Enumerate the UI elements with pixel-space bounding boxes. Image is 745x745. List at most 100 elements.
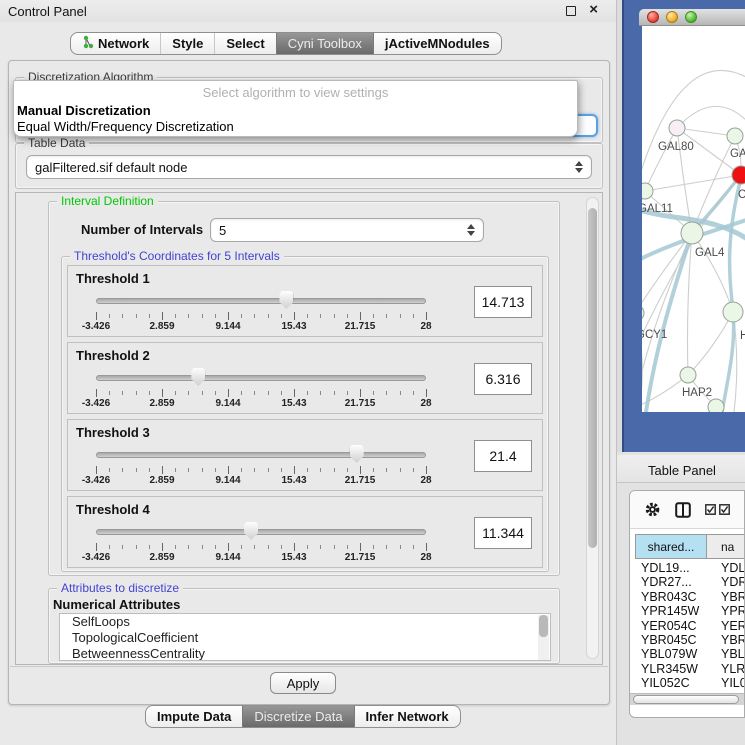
tab-network[interactable]: Network xyxy=(71,33,160,54)
threshold-4-slider[interactable]: -3.4262.8599.14415.4321.71528 xyxy=(96,521,426,565)
table-row[interactable]: YDL19...YDL1 xyxy=(635,561,745,575)
table-row[interactable]: YBL079WYBL0 xyxy=(635,647,745,661)
cell-name[interactable]: YLR3 xyxy=(707,662,745,676)
gear-icon[interactable] xyxy=(644,501,661,518)
network-edge[interactable] xyxy=(642,191,645,256)
slider-tick xyxy=(294,543,295,551)
number-of-intervals-combobox[interactable]: 5 xyxy=(210,218,484,242)
threshold-2-slider[interactable]: -3.4262.8599.14415.4321.71528 xyxy=(96,367,426,411)
network-window-titlebar[interactable] xyxy=(639,9,745,26)
slider-thumb[interactable] xyxy=(279,291,293,309)
tab-impute-data[interactable]: Impute Data xyxy=(146,706,242,727)
cell-name[interactable]: YIL0 xyxy=(707,676,745,690)
threshold-3-slider[interactable]: -3.4262.8599.14415.4321.71528 xyxy=(96,444,426,488)
close-traffic-light[interactable] xyxy=(647,11,659,23)
network-node-hap2[interactable] xyxy=(680,367,696,383)
network-edge[interactable] xyxy=(642,233,692,313)
numerical-attributes-list[interactable]: SelfLoopsTopologicalCoefficientBetweenne… xyxy=(59,613,551,661)
network-node-gal80[interactable] xyxy=(669,120,685,136)
threshold-4-value-field[interactable]: 11.344 xyxy=(474,517,532,549)
apply-button[interactable]: Apply xyxy=(270,672,336,694)
network-node-c[interactable] xyxy=(732,166,745,184)
table-row[interactable]: YER054CYER0 xyxy=(635,619,745,633)
network-edge-highlighted[interactable] xyxy=(722,312,734,412)
tab-cyni-toolbox[interactable]: Cyni Toolbox xyxy=(276,33,373,54)
threshold-1-value-field[interactable]: 14.713 xyxy=(474,286,532,318)
cell-name[interactable]: YBR0 xyxy=(707,633,745,647)
cell-shared-name[interactable]: YDR27... xyxy=(635,575,707,589)
network-edge[interactable] xyxy=(688,233,693,375)
list-item[interactable]: SelfLoops xyxy=(60,614,550,630)
network-node-gcy1[interactable] xyxy=(642,305,644,321)
tab-style[interactable]: Style xyxy=(160,33,214,54)
table-row[interactable]: YBR043CYBR0 xyxy=(635,590,745,604)
slider-tick-label: 28 xyxy=(420,475,431,486)
slider-thumb[interactable] xyxy=(350,445,364,463)
cell-name[interactable]: YBR0 xyxy=(707,590,745,604)
cell-name[interactable]: YBL0 xyxy=(707,647,745,661)
columns-icon[interactable] xyxy=(675,502,691,518)
table-row[interactable]: YBR045CYBR0 xyxy=(635,633,745,647)
slider-tick xyxy=(122,468,123,472)
network-node-ga[interactable] xyxy=(727,128,743,144)
column-header-name[interactable]: na xyxy=(707,534,745,559)
tab-select[interactable]: Select xyxy=(214,33,275,54)
list-scrollbar[interactable] xyxy=(538,615,549,661)
threshold-3-value-field[interactable]: 21.4 xyxy=(474,440,532,472)
network-node[interactable] xyxy=(708,399,724,412)
table-row[interactable]: YDR27...YDR2 xyxy=(635,575,745,589)
table-row[interactable]: YPR145WYPR1 xyxy=(635,604,745,618)
network-edge[interactable] xyxy=(677,106,745,128)
network-node-gal11[interactable] xyxy=(642,183,653,199)
settings-scrollbar[interactable] xyxy=(586,197,599,659)
cell-shared-name[interactable]: YBR043C xyxy=(635,590,707,604)
table-panel-title: Table Panel xyxy=(648,463,716,478)
slider-tick xyxy=(228,543,229,551)
network-edge[interactable] xyxy=(645,128,677,191)
threshold-1-slider[interactable]: -3.4262.8599.14415.4321.71528 xyxy=(96,290,426,334)
cell-shared-name[interactable]: YPR145W xyxy=(635,604,707,618)
network-node-gal4[interactable] xyxy=(681,222,703,244)
cell-name[interactable]: YDL1 xyxy=(707,561,745,575)
network-edge-highlighted[interactable] xyxy=(646,233,692,412)
tab-infer-network[interactable]: Infer Network xyxy=(354,706,460,727)
tab-jactivemnodules[interactable]: jActiveMNodules xyxy=(373,33,501,54)
slider-tick-label: 9.144 xyxy=(215,321,240,332)
cell-shared-name[interactable]: YIL052C xyxy=(635,676,707,690)
network-canvas[interactable]: GAL80GACGAL11GAL4GCY1HHAP2 xyxy=(642,26,745,412)
close-icon[interactable]: × xyxy=(589,1,598,18)
slider-thumb[interactable] xyxy=(191,368,205,386)
slider-tick xyxy=(162,389,163,397)
minimize-traffic-light[interactable] xyxy=(666,11,678,23)
network-edge[interactable] xyxy=(645,175,741,191)
tab-discretize-data[interactable]: Discretize Data xyxy=(242,706,353,727)
table-row[interactable]: YIL052CYIL0 xyxy=(635,676,745,690)
checkbox-icon xyxy=(705,504,716,515)
table-data-combobox[interactable]: galFiltered.sif default node xyxy=(26,155,592,179)
algorithm-option-manual[interactable]: Manual Discretization xyxy=(14,103,577,119)
threshold-2-value-field[interactable]: 6.316 xyxy=(474,363,532,395)
network-edge[interactable] xyxy=(688,312,733,375)
float-window-icon[interactable] xyxy=(566,6,576,16)
slider-thumb[interactable] xyxy=(244,522,258,540)
slider-tick xyxy=(175,391,176,395)
cell-shared-name[interactable]: YBR045C xyxy=(635,633,707,647)
cell-name[interactable]: YDR2 xyxy=(707,575,745,589)
list-item[interactable]: BetweennessCentrality xyxy=(60,646,550,661)
cell-name[interactable]: YER0 xyxy=(707,619,745,633)
footer-divider xyxy=(10,666,608,667)
zoom-traffic-light[interactable] xyxy=(685,11,697,23)
network-node-h[interactable] xyxy=(723,302,743,322)
algorithm-option-equal-width[interactable]: Equal Width/Frequency Discretization xyxy=(14,119,577,135)
column-visibility-icons[interactable] xyxy=(705,504,730,515)
cell-shared-name[interactable]: YDL19... xyxy=(635,561,707,575)
list-item[interactable]: TopologicalCoefficient xyxy=(60,630,550,646)
table-hscrollbar[interactable] xyxy=(630,693,745,705)
cell-name[interactable]: YPR1 xyxy=(707,604,745,618)
network-edge[interactable] xyxy=(692,233,733,312)
cell-shared-name[interactable]: YBL079W xyxy=(635,647,707,661)
cell-shared-name[interactable]: YLR345W xyxy=(635,662,707,676)
table-row[interactable]: YLR345WYLR3 xyxy=(635,662,745,676)
cell-shared-name[interactable]: YER054C xyxy=(635,619,707,633)
column-header-shared-name[interactable]: shared... xyxy=(635,534,707,559)
